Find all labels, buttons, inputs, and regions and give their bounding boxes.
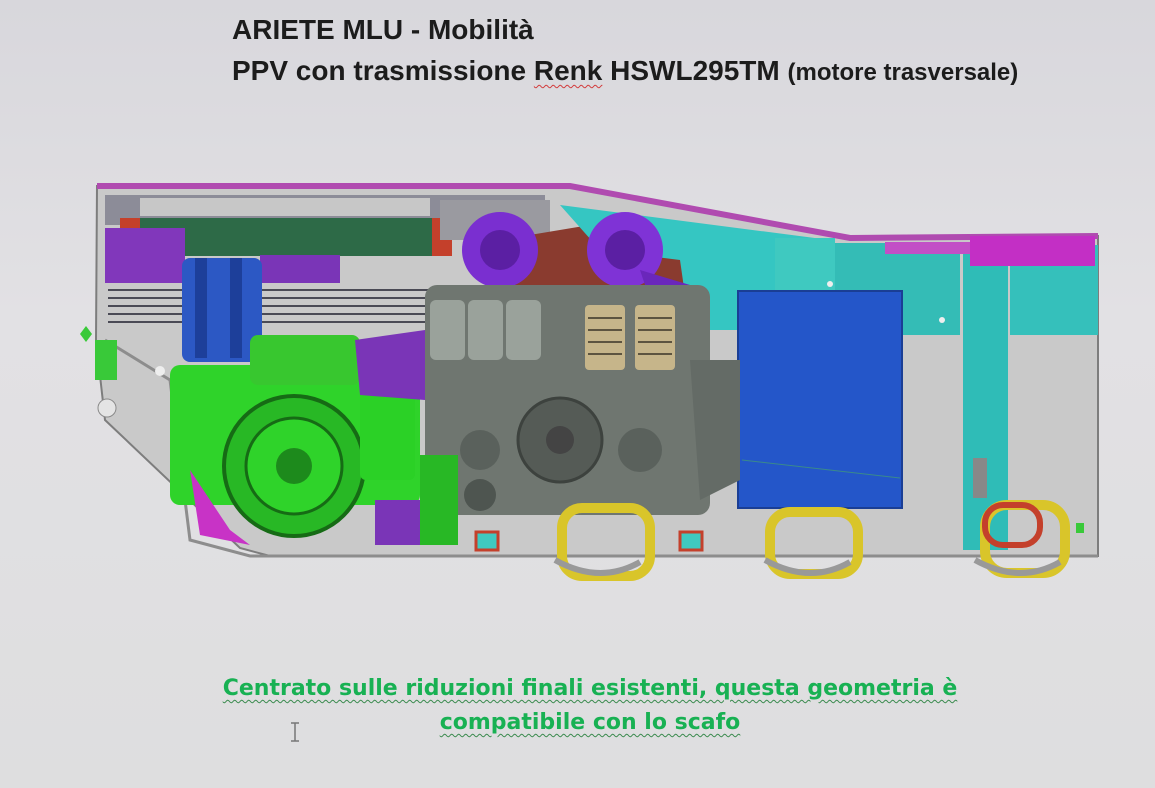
engine-block [425,285,740,515]
caption-line-1-text: Centrato sulle riduzioni finali esistent… [222,676,958,701]
caption-line-2-text: compatibile con lo scafo [439,710,741,735]
fuel-tank [737,290,903,509]
text-cursor-icon [291,722,299,742]
caption-line-1: Centrato sulle riduzioni finali esistent… [0,676,1155,701]
caption-line-2: compatibile con lo scafo [0,710,1155,735]
vehicle-cross-section-diagram [80,183,1099,581]
